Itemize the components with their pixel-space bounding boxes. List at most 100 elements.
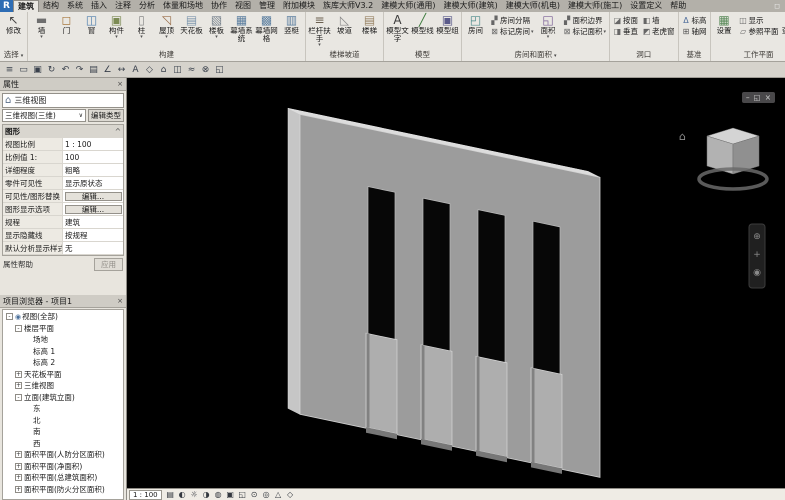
ribbon-small-button[interactable]: ◨ 垂直 bbox=[611, 26, 640, 37]
restore-view-icon[interactable]: ◱ bbox=[754, 93, 761, 102]
ribbon-button[interactable]: ▩ 幕墙网格 bbox=[254, 13, 279, 49]
close-hidden-windows-icon[interactable]: ⊗ bbox=[199, 63, 212, 77]
ribbon-tab[interactable]: 管理 bbox=[255, 0, 279, 12]
print-icon[interactable]: ▤ bbox=[87, 63, 100, 77]
view-scale[interactable]: 1 : 100 bbox=[129, 490, 162, 500]
view-cube[interactable]: ⌂ bbox=[679, 128, 767, 189]
viewer-button[interactable]: ◲ 查看器 bbox=[781, 13, 785, 49]
pan-icon[interactable]: + bbox=[753, 250, 761, 260]
property-row[interactable]: 规程 建筑 bbox=[3, 216, 123, 229]
property-row[interactable]: 比例值 1: 100 bbox=[3, 151, 123, 164]
save-icon[interactable]: ▣ bbox=[31, 63, 44, 77]
navigation-wheel-icon[interactable]: ⊕ bbox=[753, 232, 761, 242]
ribbon-tab[interactable]: 分析 bbox=[135, 0, 159, 12]
property-row[interactable]: 默认分析显示样式 无 bbox=[3, 242, 123, 255]
render-icon[interactable]: ◍ bbox=[213, 490, 224, 499]
tree-item[interactable]: + 面积平面(总建筑面积) bbox=[3, 472, 123, 484]
tree-item[interactable]: + 面积平面(人防分区面积) bbox=[3, 449, 123, 461]
type-selector[interactable]: ⌂ 三维视图 bbox=[2, 93, 124, 108]
property-row[interactable]: 详细程度 粗略 bbox=[3, 164, 123, 177]
ribbon-button[interactable]: ▯ 柱 ▾ bbox=[129, 13, 154, 49]
ribbon-tab[interactable]: 帮助 bbox=[666, 0, 690, 12]
ribbon-tab[interactable]: 结构 bbox=[39, 0, 63, 12]
tree-expander[interactable]: - bbox=[15, 394, 22, 401]
minimize-view-icon[interactable]: – bbox=[746, 93, 750, 102]
ribbon-tab[interactable]: 注释 bbox=[111, 0, 135, 12]
property-value[interactable]: 显示原状态 bbox=[63, 177, 123, 189]
ribbon-tab[interactable]: 建模大师(施工) bbox=[564, 0, 626, 12]
tree-item[interactable]: 东 bbox=[3, 403, 123, 415]
ribbon-small-button[interactable]: ▞ 面积边界 bbox=[561, 15, 609, 26]
window-opening[interactable] bbox=[476, 209, 507, 462]
tree-item[interactable]: 标高 2 bbox=[3, 357, 123, 369]
ribbon-button[interactable]: ▤ 楼梯 bbox=[357, 13, 382, 49]
tree-item[interactable]: + 三维视图 bbox=[3, 380, 123, 392]
tree-expander[interactable]: + bbox=[15, 463, 22, 470]
set-work-plane-button[interactable]: ▦ 设置 bbox=[712, 13, 737, 49]
ribbon-tab[interactable]: 建模大师(机电) bbox=[502, 0, 564, 12]
ribbon-small-button[interactable]: ◫ 显示 bbox=[737, 15, 781, 26]
ribbon-tab[interactable]: 体量和场地 bbox=[159, 0, 207, 12]
close-view-icon[interactable]: × bbox=[765, 93, 771, 102]
tree-expander[interactable]: - bbox=[15, 325, 22, 332]
tree-item[interactable]: + 面积平面(防火分区面积) bbox=[3, 484, 123, 496]
tree-expander[interactable]: + bbox=[15, 382, 22, 389]
ribbon-small-button[interactable]: ◧ 墙 bbox=[640, 15, 677, 26]
tree-expander[interactable]: + bbox=[15, 486, 22, 493]
ribbon-button[interactable]: ◺ 坡道 bbox=[332, 13, 357, 49]
model-viewport[interactable]: ⌂ ⊕ + ◉ bbox=[127, 78, 785, 488]
ribbon-small-button[interactable]: ⊞ 轴网 bbox=[680, 26, 709, 37]
property-value[interactable]: 编辑... bbox=[65, 192, 122, 201]
property-row[interactable]: 零件可见性 显示原状态 bbox=[3, 177, 123, 190]
crop-view-icon[interactable]: ▣ bbox=[225, 490, 236, 499]
app-menu-icon[interactable]: ≡ bbox=[3, 63, 16, 77]
text-icon[interactable]: A bbox=[129, 63, 142, 77]
ribbon-tab[interactable]: 系统 bbox=[63, 0, 87, 12]
close-icon[interactable]: × bbox=[117, 80, 123, 88]
ribbon-button[interactable]: ▧ 楼板 ▾ bbox=[204, 13, 229, 49]
property-value[interactable]: 1 : 100 bbox=[63, 138, 123, 150]
property-value[interactable]: 编辑... bbox=[65, 205, 122, 214]
ribbon-small-button[interactable]: ◩ 老虎窗 bbox=[640, 26, 677, 37]
ribbon-tab[interactable]: 视图 bbox=[231, 0, 255, 12]
wall-3d-model[interactable] bbox=[288, 108, 600, 482]
ribbon-small-button[interactable]: ▞ 房间分隔 bbox=[488, 15, 536, 26]
tree-item[interactable]: + 天花板平面 bbox=[3, 369, 123, 381]
ribbon-tab[interactable]: 建模大师(通用) bbox=[377, 0, 439, 12]
ribbon-tab[interactable]: 建模大师(建筑) bbox=[439, 0, 501, 12]
tree-item[interactable]: - 楼层平面 bbox=[3, 323, 123, 335]
edit-type-button[interactable]: 编辑类型 bbox=[88, 109, 124, 122]
highlight-displacement-icon[interactable]: ◇ bbox=[285, 490, 296, 499]
ribbon-button[interactable]: ╱ 模型线 bbox=[410, 13, 435, 49]
ribbon-button[interactable]: ◫ 窗 bbox=[79, 13, 104, 49]
ribbon-button[interactable]: ▥ 竖梃 bbox=[279, 13, 304, 49]
window-opening[interactable] bbox=[421, 198, 452, 451]
measure-icon[interactable]: ∠ bbox=[101, 63, 114, 77]
tree-item[interactable]: 标高 1 bbox=[3, 346, 123, 358]
window-opening[interactable] bbox=[531, 221, 562, 474]
property-row[interactable]: 视图比例 1 : 100 bbox=[3, 138, 123, 151]
ribbon-small-button[interactable]: Δ 标高 bbox=[680, 15, 709, 26]
property-value[interactable]: 建筑 bbox=[63, 216, 123, 228]
room-button[interactable]: ◰ 房间 bbox=[463, 13, 488, 49]
ribbon-tab[interactable]: 附加模块 bbox=[279, 0, 319, 12]
switch-windows-icon[interactable]: ◱ bbox=[213, 63, 226, 77]
ribbon-button[interactable]: ▦ 幕墙系统 bbox=[229, 13, 254, 49]
properties-title-bar[interactable]: 属性 × bbox=[0, 78, 126, 91]
ribbon-button[interactable]: A 模型文字 bbox=[385, 13, 410, 49]
ribbon-tab[interactable]: 协作 bbox=[207, 0, 231, 12]
tree-expander[interactable]: + bbox=[15, 474, 22, 481]
property-row[interactable]: 可见性/图形替换 编辑... bbox=[3, 190, 123, 203]
instance-filter-dropdown[interactable]: 三维视图(三维) ∨ bbox=[2, 109, 86, 122]
ribbon-button[interactable]: ◻ 门 bbox=[54, 13, 79, 49]
ribbon-tab[interactable]: 族库大师V3.2 bbox=[319, 0, 377, 12]
sun-path-icon[interactable]: ☼ bbox=[189, 490, 200, 499]
sync-icon[interactable]: ↻ bbox=[45, 63, 58, 77]
default-3d-view-icon[interactable]: ⌂ bbox=[157, 63, 170, 77]
thin-lines-icon[interactable]: ≈ bbox=[185, 63, 198, 77]
tree-item[interactable]: 场地 bbox=[3, 334, 123, 346]
ribbon-button[interactable]: ▤ 天花板 bbox=[179, 13, 204, 49]
undo-icon[interactable]: ↶ bbox=[59, 63, 72, 77]
tree-item[interactable]: 南 bbox=[3, 426, 123, 438]
property-row[interactable]: 图形 ^ bbox=[3, 125, 123, 138]
